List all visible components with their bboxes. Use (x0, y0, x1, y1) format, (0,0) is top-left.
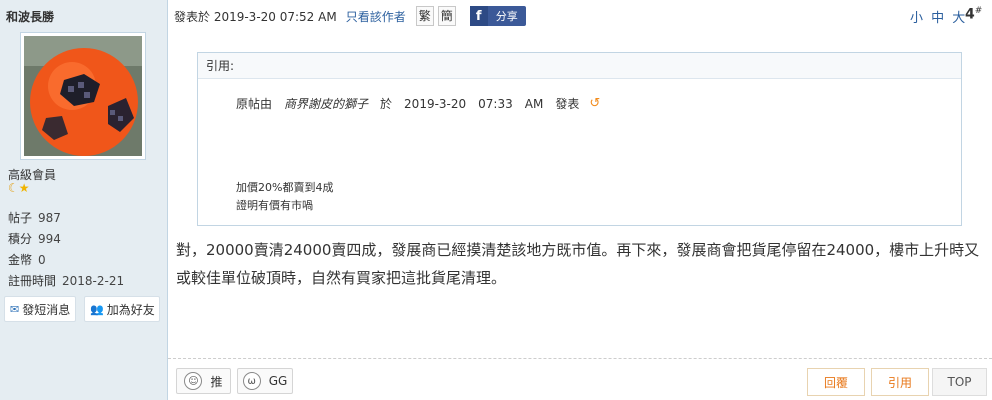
gg-label: GG (268, 374, 288, 388)
stat-label: 金幣 (8, 253, 33, 267)
stat-register-date: 註冊時間 2018-2-21 (8, 272, 124, 289)
goto-original-icon[interactable]: ↺ (589, 96, 600, 111)
back-to-top-button[interactable]: TOP (932, 368, 987, 396)
users-icon: 👥 (90, 302, 104, 316)
stat-label: 帖子 (8, 211, 33, 225)
stat-value: 2018-2-21 (62, 274, 125, 288)
share-label: 分享 (495, 10, 518, 23)
author-sidebar: 和波長勝 高級會員 ☾★ 帖子 987 積分 994 金幣 0 註冊時間 201… (0, 0, 168, 400)
avatar-ball-image (24, 36, 142, 156)
rank-stars: ☾★ (8, 181, 30, 195)
quote-ampm: AM (524, 96, 544, 111)
stat-value[interactable]: 987 (38, 211, 61, 225)
quote-source-line: 原帖由 商界謝皮的獅子 於 2019-3-20 07:33 AM 發表 ↺ (236, 95, 600, 112)
quote-original-prefix: 原帖由 (236, 97, 273, 111)
quote-author: 商界謝皮的獅子 (284, 97, 369, 111)
author-only-link[interactable]: 只看該作者 (346, 8, 406, 25)
stat-points: 積分 994 (8, 230, 61, 247)
post-content: 對，20000賣清24000賣四成，發展商已經摸清楚該地方既市值。再下來，發展商… (176, 241, 980, 287)
stat-label: 積分 (8, 232, 33, 246)
traditional-chinese-button[interactable]: 繁 (415, 6, 434, 26)
send-message-button[interactable]: ✉ 發短消息 (4, 296, 76, 322)
add-friend-button[interactable]: 👥 加為好友 (84, 296, 160, 322)
post-timestamp: 發表於 2019-3-20 07:52 AM (174, 9, 337, 24)
quote-text-line: 加價20%都賣到4成 (236, 181, 334, 194)
facebook-icon: f (469, 6, 488, 26)
pig-face-icon: ω (242, 372, 261, 390)
stat-value: 994 (38, 232, 61, 246)
quote-text-line: 證明有價有市喎 (236, 199, 313, 212)
add-friend-label: 加為好友 (106, 302, 155, 317)
quote-button[interactable]: 引用 (871, 368, 929, 396)
smile-face-icon: ☺ (184, 372, 203, 390)
post-actions-bar: ☺ 推 ω GG 回覆 引用 TOP (168, 358, 992, 400)
gg-button[interactable]: ω GG (237, 368, 293, 394)
quote-date: 2019-3-20 (404, 96, 467, 111)
star-icon: ★ (18, 181, 30, 195)
post-main: 發表於 2019-3-20 07:52 AM 只看該作者 繁 簡 f 分享 小 … (168, 0, 992, 400)
quote-posted: 發表 (555, 97, 580, 111)
floor-value: 4 (965, 6, 975, 23)
quote-header: 引用: (198, 53, 961, 79)
envelope-icon: ✉ (10, 302, 20, 316)
send-message-label: 發短消息 (22, 302, 71, 317)
font-size-switcher[interactable]: 小 中 大 (910, 7, 967, 26)
quote-at: 於 (380, 97, 393, 111)
recommend-button[interactable]: ☺ 推 (176, 368, 231, 394)
moon-icon: ☾ (8, 181, 19, 195)
facebook-share-button[interactable]: f 分享 (469, 6, 526, 26)
floor-number[interactable]: 4# (965, 6, 982, 23)
post-info-bar: 發表於 2019-3-20 07:52 AM 只看該作者 繁 簡 f 分享 (174, 6, 526, 26)
simplified-chinese-button[interactable]: 簡 (437, 6, 456, 26)
floor-mark: # (974, 6, 983, 16)
stat-value: 0 (38, 253, 46, 267)
author-username[interactable]: 和波長勝 (6, 8, 54, 25)
reply-button[interactable]: 回覆 (807, 368, 865, 396)
stat-coins: 金幣 0 (8, 251, 46, 268)
stat-posts: 帖子 987 (8, 209, 61, 226)
stat-label: 註冊時間 (8, 274, 57, 288)
quote-time: 07:33 (478, 96, 513, 111)
recommend-label: 推 (210, 374, 223, 389)
avatar[interactable] (20, 32, 146, 160)
quote-block: 引用: 原帖由 商界謝皮的獅子 於 2019-3-20 07:33 AM 發表 … (197, 52, 962, 226)
